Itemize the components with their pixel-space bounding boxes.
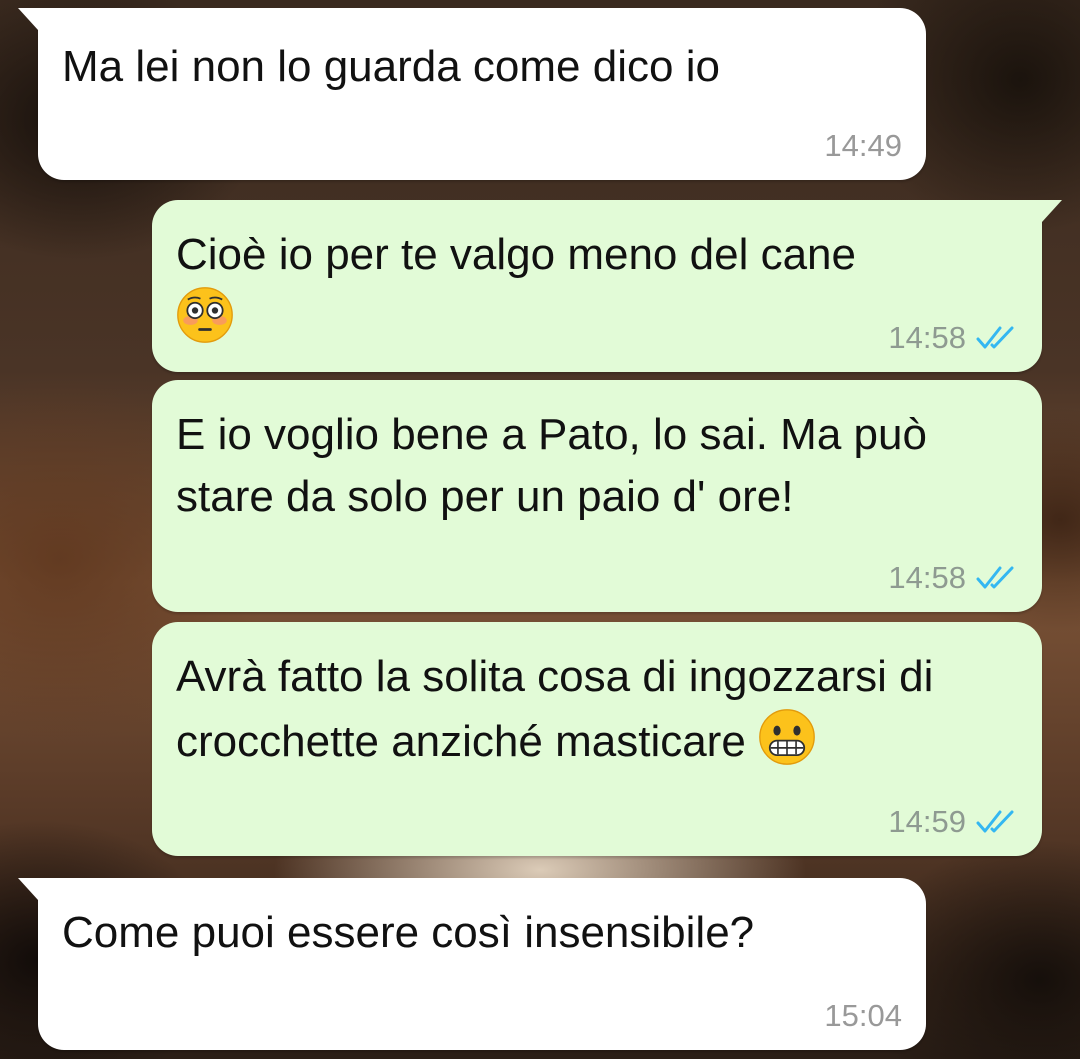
bubble-tail bbox=[1042, 200, 1062, 222]
message-text: Come puoi essere così insensibile? bbox=[62, 908, 755, 957]
message-meta: 14:59 bbox=[888, 804, 1018, 840]
message-meta: 14:58 bbox=[888, 560, 1018, 596]
incoming-message-bubble[interactable]: Ma lei non lo guarda come dico io 14:49 bbox=[18, 8, 926, 180]
outgoing-message-bubble[interactable]: Avrà fatto la solita cosa di ingozzarsi … bbox=[152, 622, 1042, 856]
message-text: Ma lei non lo guarda come dico io bbox=[62, 42, 720, 91]
read-receipt-icon bbox=[976, 325, 1018, 351]
outgoing-message-bubble[interactable]: E io voglio bene a Pato, lo sai. Ma può … bbox=[152, 380, 1042, 612]
message-time: 14:58 bbox=[888, 320, 966, 355]
read-receipt-icon bbox=[976, 809, 1018, 835]
flushed-face-icon bbox=[176, 286, 234, 344]
message-time: 14:58 bbox=[888, 560, 966, 595]
message-meta: 14:49 bbox=[824, 128, 902, 164]
bubble-tail bbox=[18, 8, 38, 30]
message-text: Cioè io per te valgo meno del cane bbox=[176, 230, 856, 279]
read-receipt-icon bbox=[976, 565, 1018, 591]
message-meta: 15:04 bbox=[824, 998, 902, 1034]
message-time: 14:59 bbox=[888, 804, 966, 839]
message-time: 15:04 bbox=[824, 998, 902, 1033]
message-text: E io voglio bene a Pato, lo sai. Ma può … bbox=[176, 410, 927, 521]
bubble-tail bbox=[18, 878, 38, 900]
message-meta: 14:58 bbox=[888, 320, 1018, 356]
message-text: Avrà fatto la solita cosa di ingozzarsi … bbox=[176, 652, 934, 766]
message-text-block: Avrà fatto la solita cosa di ingozzarsi … bbox=[176, 646, 962, 773]
message-time: 14:49 bbox=[824, 128, 902, 163]
chat-message-list[interactable]: Ma lei non lo guarda come dico io 14:49 … bbox=[0, 0, 1080, 1059]
incoming-message-bubble[interactable]: Come puoi essere così insensibile? 15:04 bbox=[18, 878, 926, 1050]
grimacing-face-icon bbox=[758, 708, 816, 766]
outgoing-message-bubble[interactable]: Cioè io per te valgo meno del cane 14:58 bbox=[152, 200, 1062, 372]
